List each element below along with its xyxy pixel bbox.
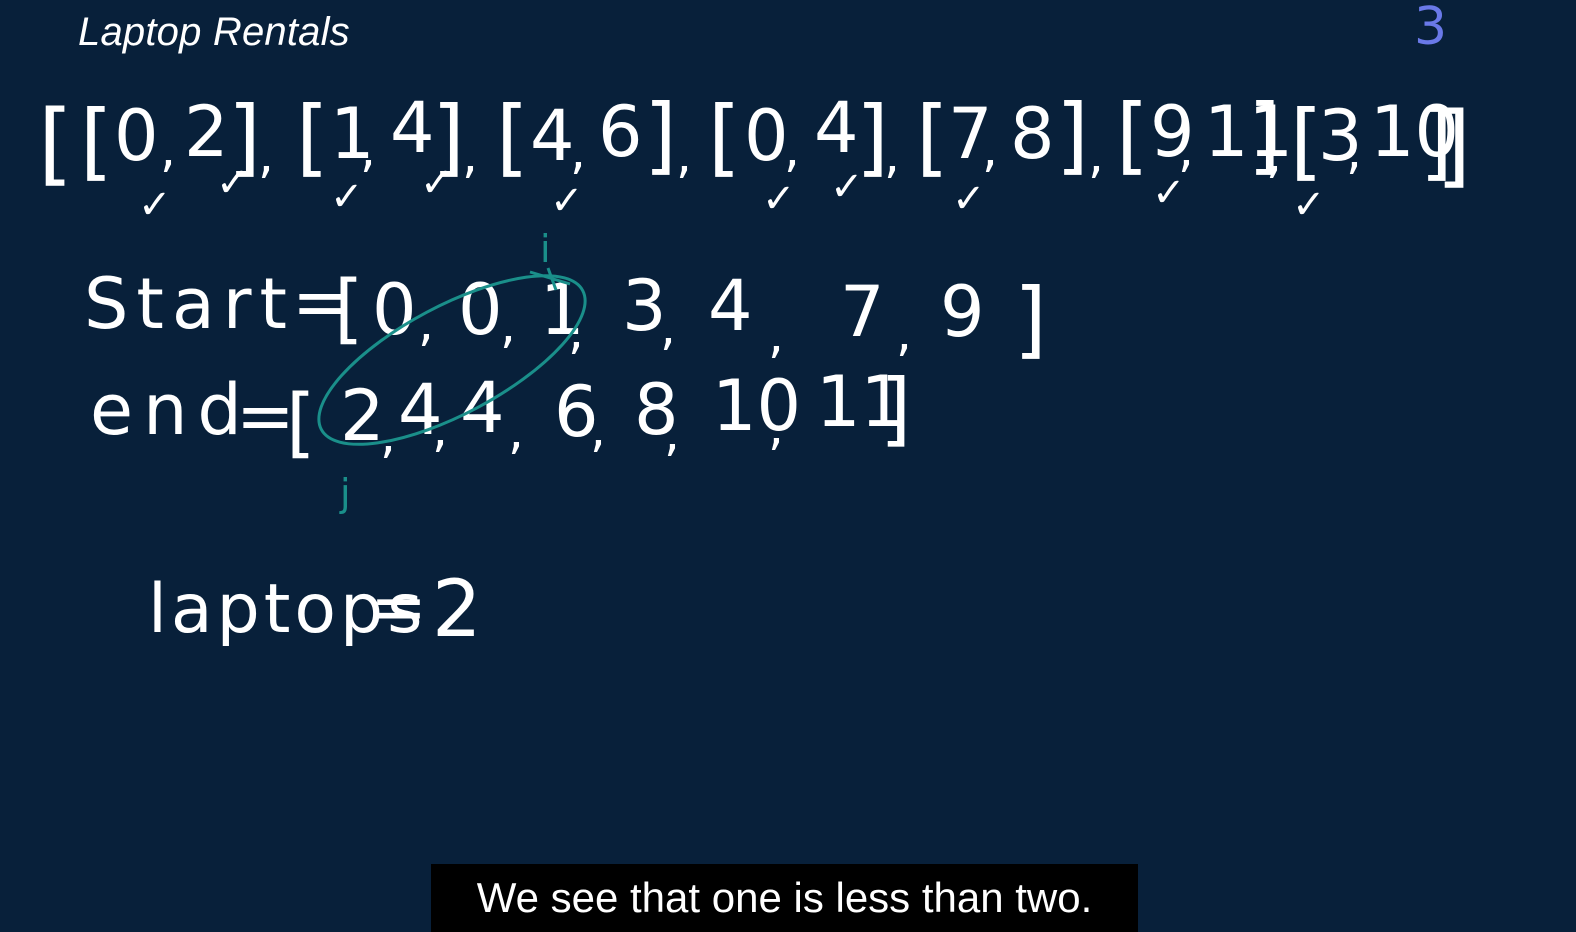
interval-start: 0 (114, 95, 159, 177)
checkmark-icon: ✓ (1152, 170, 1186, 216)
corner-number: 3 (1414, 0, 1447, 57)
end-comma: , (508, 402, 524, 460)
end-label: end (90, 369, 252, 451)
start-comma: , (500, 296, 516, 354)
start-value: 7 (840, 271, 885, 353)
checkmark-icon: ✓ (952, 176, 986, 222)
interval-6: [ 3 , 10 ] (1290, 91, 1459, 190)
start-comma: , (768, 306, 784, 364)
end-value: 10 (712, 365, 801, 447)
start-comma: , (568, 302, 584, 360)
caption-text: We see that one is less than two. (476, 874, 1093, 921)
end-comma: , (590, 400, 606, 458)
start-value: 0 (372, 269, 417, 351)
checkmark-icon: ✓ (1292, 182, 1326, 228)
video-frame: Laptop Rentals 3 [ [ 0 , 2 ] , [ 1 , 4 ]… (0, 0, 1576, 932)
interval-comma: , (360, 120, 376, 178)
checkmark-icon: ✓ (138, 182, 172, 228)
end-comma: , (768, 398, 784, 456)
interval-bracket-close: ] (1056, 86, 1089, 184)
outer-close-bracket: ] (1436, 93, 1471, 198)
interval-end: 6 (598, 91, 643, 173)
end-comma: , (664, 404, 680, 462)
start-comma: , (418, 294, 434, 352)
end-close-bracket: ] (880, 362, 911, 455)
interval-bracket-open: [ (708, 88, 741, 186)
end-row: end = [ 2 , 4 , 4 , 6 , 8 , 10 , 11 ] (90, 361, 911, 466)
start-value: 4 (708, 265, 753, 347)
checkmark-icon: ✓ (762, 176, 796, 222)
interval-comma: , (784, 120, 800, 178)
interval-separator: , (1266, 126, 1282, 184)
checkmark-icon: ✓ (420, 160, 454, 206)
interval-separator: , (1088, 126, 1104, 184)
start-open-bracket: [ (334, 263, 364, 352)
interval-separator: , (676, 126, 692, 184)
interval-2: [ 4 , 6 ] (496, 86, 677, 186)
checkmark-icon: ✓ (550, 178, 584, 224)
interval-4: [ 7 , 8 ] (916, 86, 1089, 186)
interval-comma: , (570, 122, 586, 180)
interval-bracket-open: [ (1116, 86, 1149, 184)
intervals-row: [ [ 0 , 2 ] , [ 1 , 4 ] , [ 4 , 6] , [… (38, 86, 1471, 198)
interval-comma: , (1346, 122, 1362, 180)
whiteboard-canvas: 3 [ [ 0 , 2 ] , [ 1 , 4 ] , [ 4 , 6] , … (38, 0, 1471, 655)
interval-comma: , (982, 120, 998, 178)
interval-start: 4 (530, 95, 575, 177)
laptops-value: 2 (432, 565, 482, 655)
start-close-bracket: ] (1014, 270, 1047, 368)
end-value: 4 (460, 367, 505, 449)
end-open-bracket: [ (286, 377, 316, 466)
checkmark-icon: ✓ (216, 160, 250, 206)
start-comma: , (660, 298, 676, 356)
end-comma: , (380, 406, 396, 464)
interval-end: 4 (390, 87, 435, 169)
interval-bracket-open: [ (916, 88, 949, 186)
start-value: 0 (458, 269, 503, 351)
pointer-j-label: j (339, 471, 351, 515)
interval-bracket-close: ] (644, 86, 677, 184)
interval-bracket-open: [ (80, 92, 113, 190)
checkmark-icon: ✓ (330, 174, 364, 220)
start-label: Start (84, 263, 295, 345)
interval-bracket-open: [ (496, 88, 529, 186)
laptops-equals: = (370, 568, 427, 647)
checkmark-icon: ✓ (830, 164, 864, 210)
laptops-row: laptops = 2 (148, 565, 482, 655)
interval-comma: , (160, 120, 176, 178)
interval-end: 8 (1010, 93, 1055, 175)
outer-open-bracket: [ (38, 91, 73, 196)
start-comma: , (896, 304, 912, 362)
interval-separator: , (884, 126, 900, 184)
interval-separator: , (258, 126, 274, 184)
interval-end: 4 (814, 87, 859, 169)
pointer-i-label: i (540, 227, 551, 271)
interval-separator: , (462, 126, 478, 184)
interval-bracket-open: [ (296, 88, 329, 186)
interval-start: 0 (744, 95, 789, 177)
subtitle-caption: We see that one is less than two. (431, 864, 1138, 932)
start-value: 9 (940, 271, 985, 353)
